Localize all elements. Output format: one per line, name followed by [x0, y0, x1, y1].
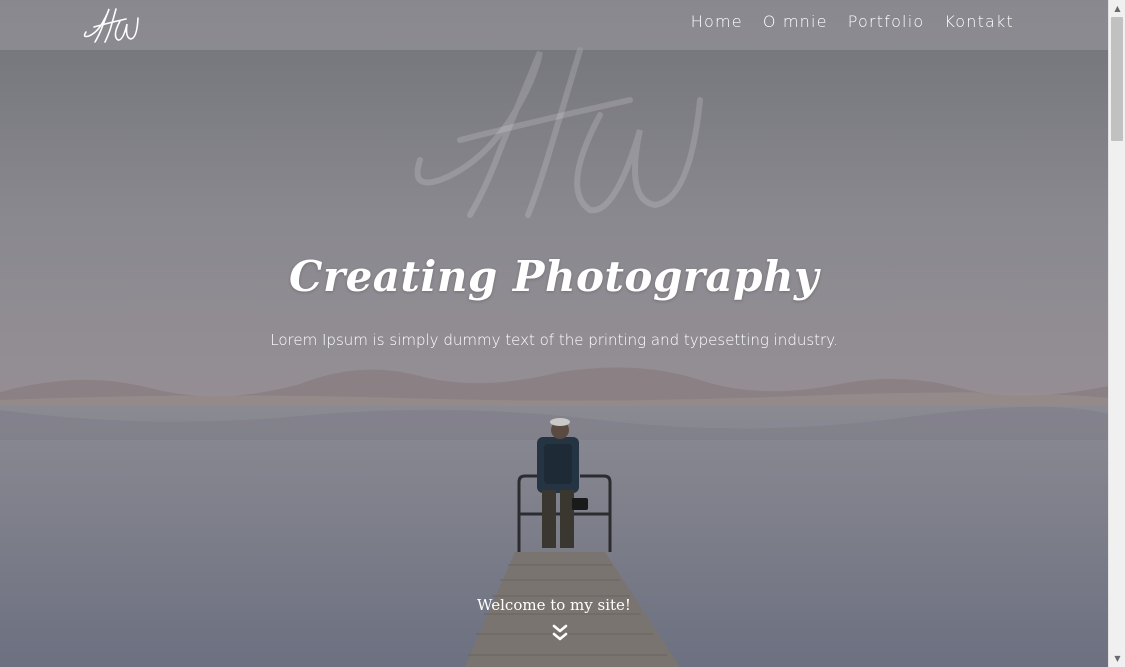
nav-link-portfolio[interactable]: Portfolio	[848, 12, 925, 31]
scrollbar-thumb[interactable]	[1111, 17, 1123, 141]
nav-link-home[interactable]: Home	[691, 12, 743, 31]
page-scrollbar[interactable]: ▲ ▼	[1108, 0, 1125, 667]
hero-title: Creating Photography	[289, 252, 819, 301]
watermark-logo-graphic	[414, 47, 703, 218]
nav-menu: Home O mnie Portfolio Kontakt	[691, 12, 1014, 31]
hero-subtitle: Lorem Ipsum is simply dummy text of the …	[270, 331, 838, 349]
double-chevron-down-icon[interactable]	[549, 622, 571, 644]
top-navbar: Home O mnie Portfolio Kontakt	[0, 0, 1108, 50]
hero-section: Home O mnie Portfolio Kontakt Creating P…	[0, 0, 1108, 667]
nav-link-kontakt[interactable]: Kontakt	[944, 12, 1014, 31]
welcome-text: Welcome to my site!	[477, 596, 631, 614]
nav-link-o-mnie[interactable]: O mnie	[763, 12, 828, 31]
triangle-down-icon[interactable]: ▼	[1109, 650, 1125, 667]
site-logo[interactable]	[80, 6, 140, 44]
triangle-up-icon[interactable]: ▲	[1109, 0, 1125, 17]
